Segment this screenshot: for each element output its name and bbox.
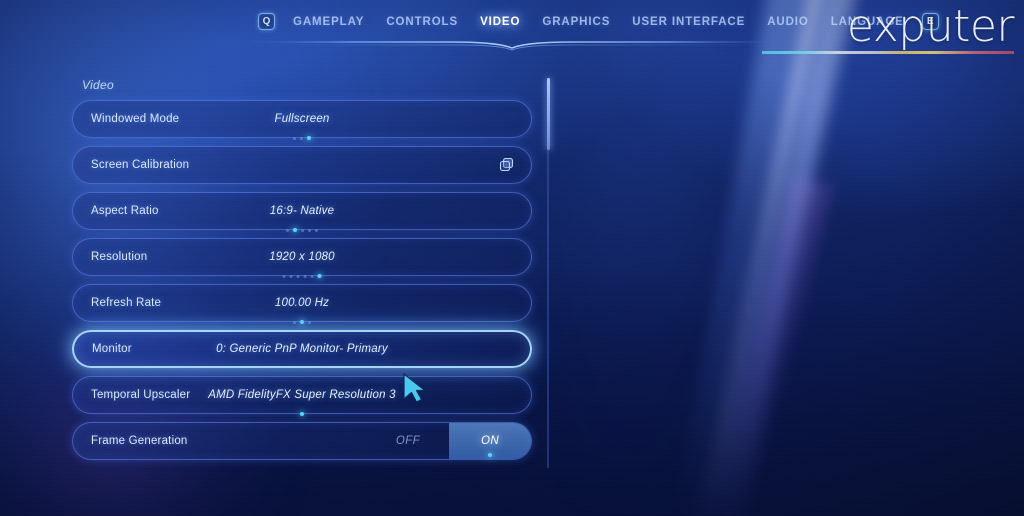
settings-row-list: Windowed Mode Fullscreen Screen Calibrat… [72, 100, 532, 468]
frame-generation-toggle: OFF ON [367, 423, 531, 459]
toggle-option-on[interactable]: ON [449, 423, 531, 459]
logo-underline-bar [762, 51, 1014, 54]
step-dot-active [317, 274, 322, 278]
setting-row-frame-generation[interactable]: Frame Generation OFF ON [72, 422, 532, 460]
step-dot [296, 274, 300, 278]
tab-gameplay[interactable]: GAMEPLAY [293, 16, 364, 28]
setting-label: Screen Calibration [91, 159, 190, 171]
setting-row-aspect-ratio[interactable]: Aspect Ratio 16:9- Native [72, 192, 532, 232]
step-dot [301, 228, 304, 232]
value-step-dots [300, 412, 304, 416]
setting-value: AMD FidelityFX Super Resolution 3 [208, 389, 396, 401]
setting-value: 1920 x 1080 [269, 251, 335, 263]
video-settings-panel: Video Windowed Mode Fullscreen Screen Ca… [0, 0, 560, 516]
step-dot-active [307, 136, 311, 140]
exputer-watermark-logo: exputer [762, 1, 1015, 54]
value-step-dots [293, 136, 311, 140]
step-dot [310, 274, 314, 278]
setting-label: Resolution [91, 251, 148, 263]
step-dot [286, 228, 289, 232]
step-dot [308, 320, 311, 324]
value-step-dots [488, 453, 492, 457]
nav-underline-wave [252, 37, 772, 53]
step-dot [289, 274, 293, 278]
step-dot [293, 136, 296, 140]
step-dot [308, 228, 311, 232]
panel-scrollbar-thumb[interactable] [547, 78, 550, 150]
tab-video[interactable]: VIDEO [480, 16, 520, 28]
setting-label: Frame Generation [91, 435, 188, 447]
step-dot-active [300, 412, 304, 416]
setting-row-refresh-rate[interactable]: Refresh Rate 100.00 Hz [72, 284, 532, 324]
prev-tab-key-icon[interactable]: Q [258, 13, 275, 30]
setting-row-screen-calibration[interactable]: Screen Calibration [72, 146, 532, 184]
section-title: Video [82, 78, 114, 92]
setting-label: Refresh Rate [91, 297, 162, 309]
value-step-dots [282, 274, 322, 278]
setting-value: 16:9- Native [269, 205, 335, 217]
step-dot [303, 274, 307, 278]
value-step-dots [286, 228, 318, 232]
value-step-dots [293, 320, 311, 324]
tab-user-interface[interactable]: USER INTERFACE [632, 16, 745, 28]
setting-label: Windowed Mode [91, 113, 180, 125]
stacked-squares-icon[interactable] [499, 157, 515, 173]
setting-row-resolution[interactable]: Resolution 1920 x 1080 [72, 238, 532, 278]
tab-graphics[interactable]: GRAPHICS [542, 16, 610, 28]
tab-controls[interactable]: CONTROLS [386, 16, 458, 28]
logo-text: exputer [846, 1, 1015, 52]
setting-value: Fullscreen [274, 113, 330, 125]
toggle-option-off[interactable]: OFF [367, 423, 449, 459]
setting-row-windowed-mode[interactable]: Windowed Mode Fullscreen [72, 100, 532, 140]
toggle-option-on-label: ON [480, 435, 500, 447]
setting-value: 100.00 Hz [274, 297, 330, 309]
setting-label: Temporal Upscaler [91, 389, 191, 401]
step-dot [300, 136, 303, 140]
step-dot-active [293, 228, 297, 232]
step-dot-active [488, 453, 492, 457]
step-dot [315, 228, 318, 232]
setting-row-temporal-upscaler[interactable]: Temporal Upscaler AMD FidelityFX Super R… [72, 376, 532, 416]
step-dot-active [300, 320, 304, 324]
setting-value: 0: Generic PnP Monitor- Primary [216, 343, 388, 355]
step-dot [282, 274, 286, 278]
setting-label: Aspect Ratio [91, 205, 159, 217]
mouse-cursor [400, 372, 426, 409]
step-dot [293, 320, 296, 324]
setting-row-monitor[interactable]: Monitor 0: Generic PnP Monitor- Primary [72, 330, 532, 368]
setting-label: Monitor [92, 343, 132, 355]
